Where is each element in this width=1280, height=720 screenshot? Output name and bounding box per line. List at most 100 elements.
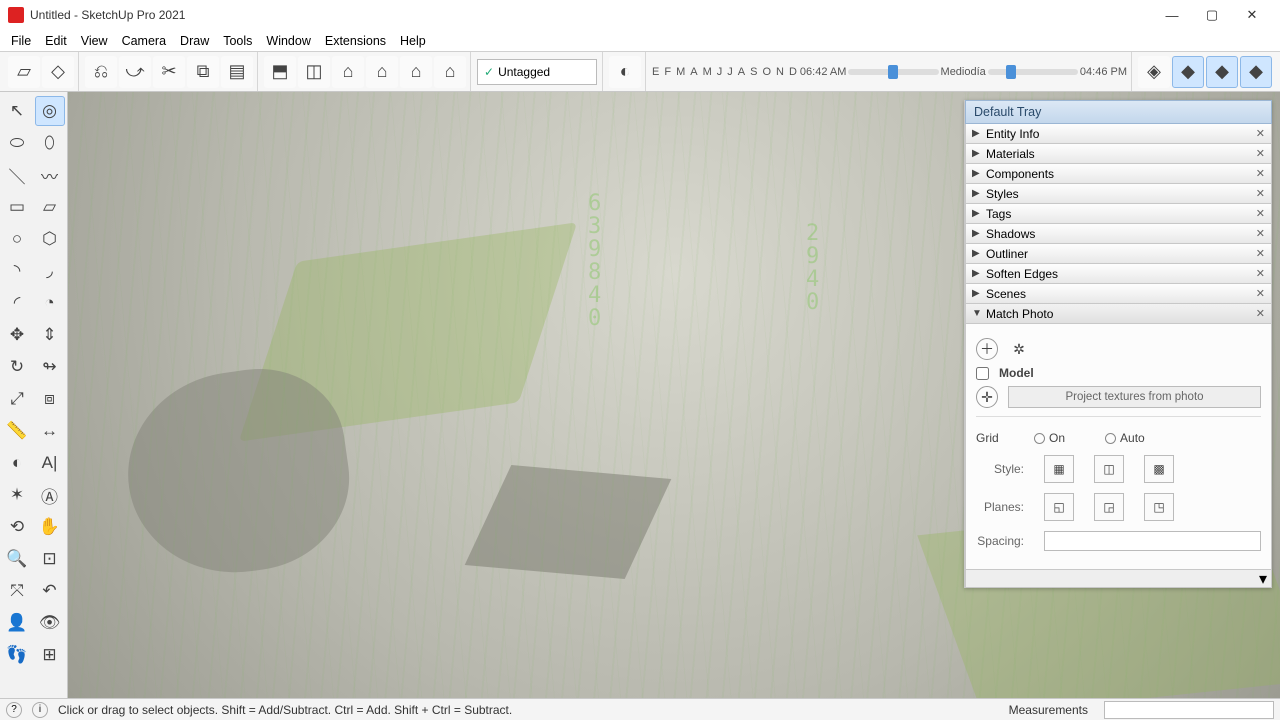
- shadow-toggle-button[interactable]: ◐: [609, 56, 641, 88]
- gear-icon[interactable]: ✲: [1008, 338, 1030, 360]
- menu-help[interactable]: Help: [393, 32, 433, 50]
- menu-draw[interactable]: Draw: [173, 32, 216, 50]
- new-file-button[interactable]: ▱: [8, 56, 40, 88]
- panel-tags[interactable]: ▶Tags✕: [965, 204, 1272, 224]
- scale-tool[interactable]: ⤢: [2, 384, 32, 414]
- paste-button[interactable]: ▤: [221, 56, 253, 88]
- close-window-button[interactable]: ✕: [1232, 0, 1272, 30]
- grid-auto-radio[interactable]: Auto: [1105, 431, 1145, 445]
- menu-camera[interactable]: Camera: [115, 32, 173, 50]
- select-tool[interactable]: ↖: [2, 96, 32, 126]
- panel-outliner[interactable]: ▶Outliner✕: [965, 244, 1272, 264]
- minimize-button[interactable]: —: [1152, 0, 1192, 30]
- panel-styles[interactable]: ▶Styles✕: [965, 184, 1272, 204]
- new-matched-photo-button[interactable]: ＋: [976, 338, 998, 360]
- pie-tool[interactable]: ◔: [35, 288, 65, 318]
- close-icon[interactable]: ✕: [1256, 127, 1265, 140]
- planes-option-3[interactable]: ◳: [1144, 493, 1174, 521]
- copy-button[interactable]: ⧉: [187, 56, 219, 88]
- rectangle-tool[interactable]: ▭: [2, 192, 32, 222]
- panel-shadows[interactable]: ▶Shadows✕: [965, 224, 1272, 244]
- close-icon[interactable]: ✕: [1256, 167, 1265, 180]
- view-xray-button[interactable]: ◈: [1138, 56, 1170, 88]
- protractor-tool[interactable]: ◐: [2, 448, 32, 478]
- camera-front-button[interactable]: ⌂: [332, 56, 364, 88]
- close-icon[interactable]: ✕: [1256, 187, 1265, 200]
- arc-tool[interactable]: ◝: [2, 256, 32, 286]
- measurements-input[interactable]: [1104, 701, 1274, 719]
- cut-button[interactable]: ✂: [153, 56, 185, 88]
- close-icon[interactable]: ✕: [1256, 207, 1265, 220]
- tray-title[interactable]: Default Tray: [965, 100, 1272, 124]
- eraser-soft-tool[interactable]: ⬯: [35, 128, 65, 158]
- close-icon[interactable]: ✕: [1256, 267, 1265, 280]
- move-tool[interactable]: ✥: [2, 320, 32, 350]
- date-slider[interactable]: [988, 69, 1078, 75]
- previous-view-tool[interactable]: ↶: [35, 576, 65, 606]
- rotate-tool[interactable]: ↻: [2, 352, 32, 382]
- menu-view[interactable]: View: [74, 32, 115, 50]
- look-around-tool[interactable]: 👁: [35, 608, 65, 638]
- text-tool[interactable]: A|: [35, 448, 65, 478]
- planes-option-2[interactable]: ◲: [1094, 493, 1124, 521]
- dimension-tool[interactable]: ↔: [35, 416, 65, 446]
- planes-option-1[interactable]: ◱: [1044, 493, 1074, 521]
- camera-top-button[interactable]: ◫: [298, 56, 330, 88]
- eraser-tool[interactable]: ⬭: [2, 128, 32, 158]
- undo-button[interactable]: ⎌: [85, 56, 117, 88]
- zoom-tool[interactable]: 🔍: [2, 544, 32, 574]
- panel-soften-edges[interactable]: ▶Soften Edges✕: [965, 264, 1272, 284]
- close-icon[interactable]: ✕: [1256, 227, 1265, 240]
- panel-materials[interactable]: ▶Materials✕: [965, 144, 1272, 164]
- tape-tool[interactable]: 📏: [2, 416, 32, 446]
- close-icon[interactable]: ✕: [1256, 247, 1265, 260]
- offset-tool[interactable]: ⧈: [35, 384, 65, 414]
- info-icon[interactable]: i: [32, 702, 48, 718]
- pan-tool[interactable]: ✋: [35, 512, 65, 542]
- panel-scenes[interactable]: ▶Scenes✕: [965, 284, 1272, 304]
- close-icon[interactable]: ✕: [1256, 307, 1265, 320]
- panel-components[interactable]: ▶Components✕: [965, 164, 1272, 184]
- open-file-button[interactable]: ◇: [42, 56, 74, 88]
- camera-back-button[interactable]: ⌂: [400, 56, 432, 88]
- style-option-3[interactable]: ▩: [1144, 455, 1174, 483]
- menu-tools[interactable]: Tools: [216, 32, 259, 50]
- orbit-tool[interactable]: ⟲: [2, 512, 32, 542]
- spacing-input[interactable]: [1044, 531, 1261, 551]
- project-textures-button[interactable]: Project textures from photo: [1008, 386, 1261, 408]
- origin-icon[interactable]: ✛: [976, 386, 998, 408]
- axes-tool[interactable]: ✶: [2, 480, 32, 510]
- time-slider[interactable]: [848, 69, 938, 75]
- walk-tool[interactable]: 👣: [2, 640, 32, 670]
- camera-left-button[interactable]: ⌂: [434, 56, 466, 88]
- menu-edit[interactable]: Edit: [38, 32, 74, 50]
- view-color-button[interactable]: ◆: [1240, 56, 1272, 88]
- view-back-edges-button[interactable]: ◆: [1172, 56, 1204, 88]
- menu-window[interactable]: Window: [259, 32, 317, 50]
- 3dtext-tool[interactable]: Ⓐ: [35, 480, 65, 510]
- section-tool[interactable]: ⊞: [35, 640, 65, 670]
- view-hidden-button[interactable]: ◆: [1206, 56, 1238, 88]
- line-tool[interactable]: ＼: [2, 160, 32, 190]
- camera-right-button[interactable]: ⌂: [366, 56, 398, 88]
- close-icon[interactable]: ✕: [1256, 287, 1265, 300]
- position-camera-tool[interactable]: 👤: [2, 608, 32, 638]
- freehand-tool[interactable]: 〰: [35, 160, 65, 190]
- zoom-window-tool[interactable]: ⊡: [35, 544, 65, 574]
- maximize-button[interactable]: ▢: [1192, 0, 1232, 30]
- camera-iso-button[interactable]: ⬒: [264, 56, 296, 88]
- tag-dropdown[interactable]: ✓ Untagged: [477, 59, 597, 85]
- rotated-rect-tool[interactable]: ▱: [35, 192, 65, 222]
- style-option-1[interactable]: ▦: [1044, 455, 1074, 483]
- model-checkbox[interactable]: [976, 367, 989, 380]
- lasso-tool[interactable]: ◎: [35, 96, 65, 126]
- arc3-tool[interactable]: ◜: [2, 288, 32, 318]
- menu-file[interactable]: File: [4, 32, 38, 50]
- pushpull-tool[interactable]: ⇕: [35, 320, 65, 350]
- menu-extensions[interactable]: Extensions: [318, 32, 393, 50]
- zoom-extents-tool[interactable]: ⤧: [2, 576, 32, 606]
- style-option-2[interactable]: ◫: [1094, 455, 1124, 483]
- arc2-tool[interactable]: ◞: [35, 256, 65, 286]
- followme-tool[interactable]: ↬: [35, 352, 65, 382]
- polygon-tool[interactable]: ⬡: [35, 224, 65, 254]
